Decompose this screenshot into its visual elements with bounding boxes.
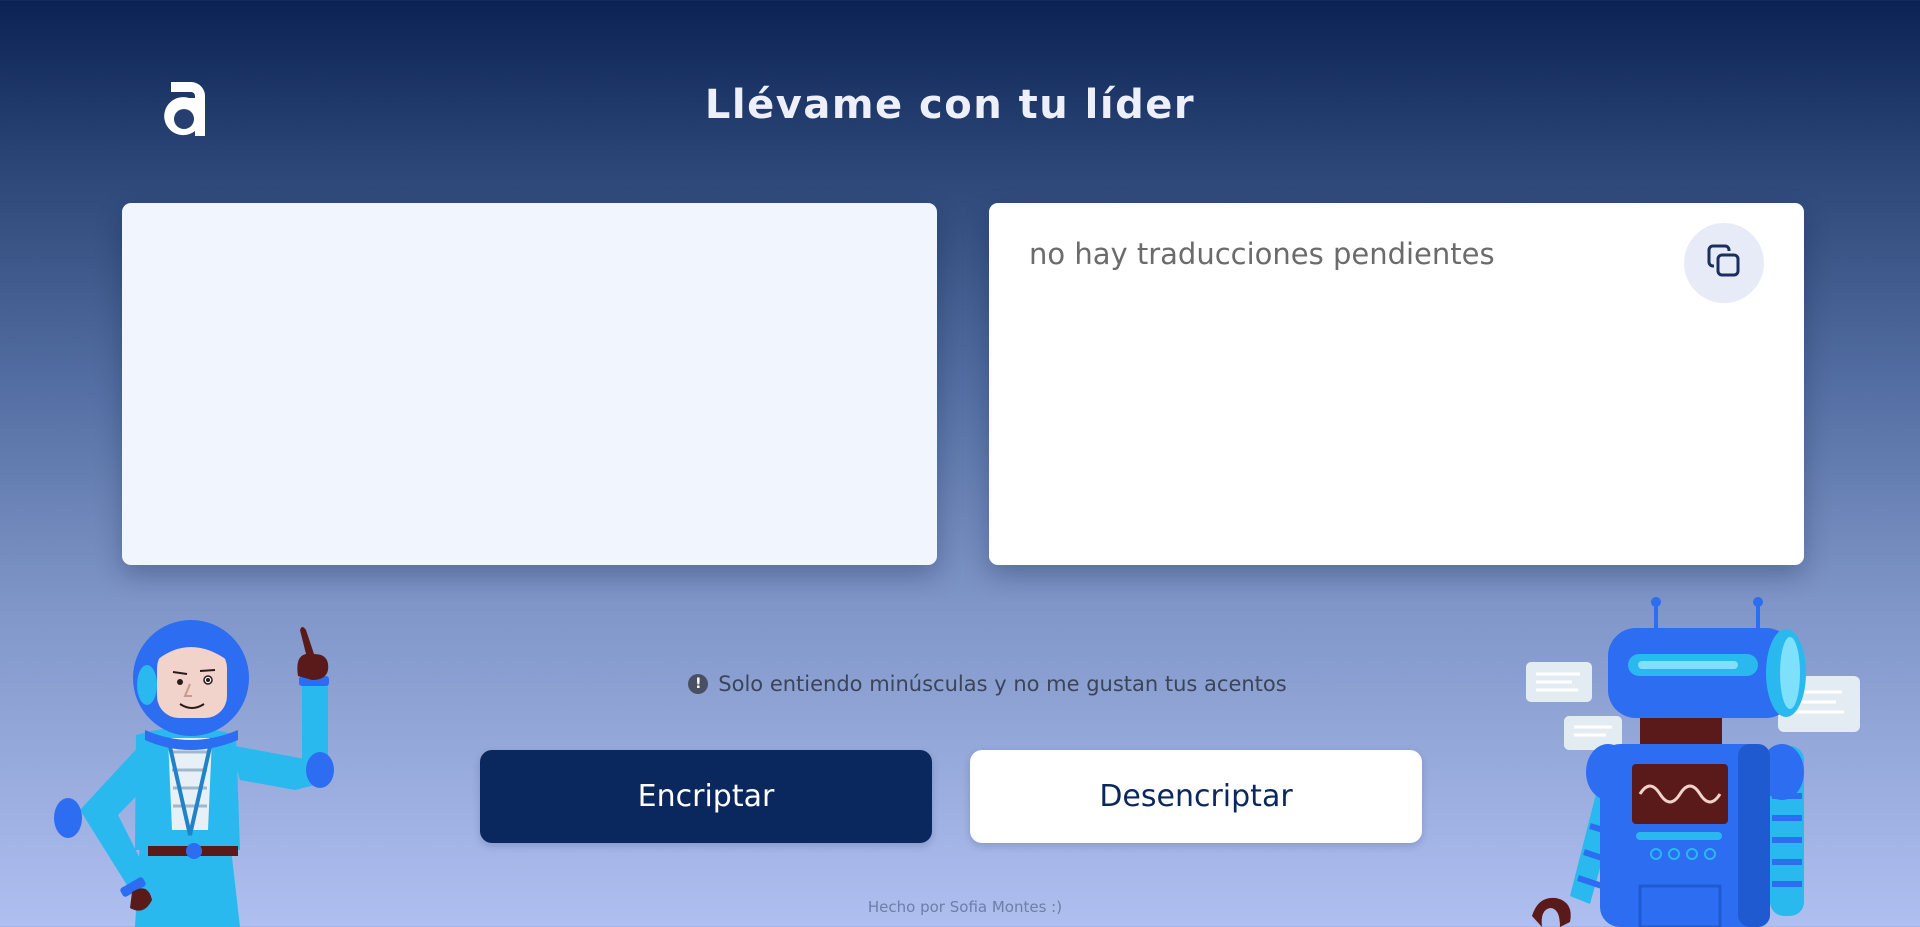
decrypt-button[interactable]: Desencriptar: [970, 750, 1422, 843]
output-message: no hay traducciones pendientes: [1029, 237, 1495, 271]
page-title: Llévame con tu líder: [704, 82, 1196, 128]
astronaut-illustration: [40, 620, 350, 927]
input-panel: [122, 203, 937, 565]
copy-icon: [1703, 240, 1745, 286]
output-panel: no hay traducciones pendientes: [989, 203, 1804, 565]
copy-button[interactable]: [1684, 223, 1764, 303]
hint-text: Solo entiendo minúsculas y no me gustan …: [718, 672, 1287, 696]
robot-illustration: [1520, 596, 1865, 927]
logo-icon: [163, 76, 211, 142]
encrypt-button[interactable]: Encriptar: [480, 750, 932, 843]
text-input[interactable]: [122, 203, 937, 565]
exclamation-circle-icon: !: [688, 674, 709, 694]
